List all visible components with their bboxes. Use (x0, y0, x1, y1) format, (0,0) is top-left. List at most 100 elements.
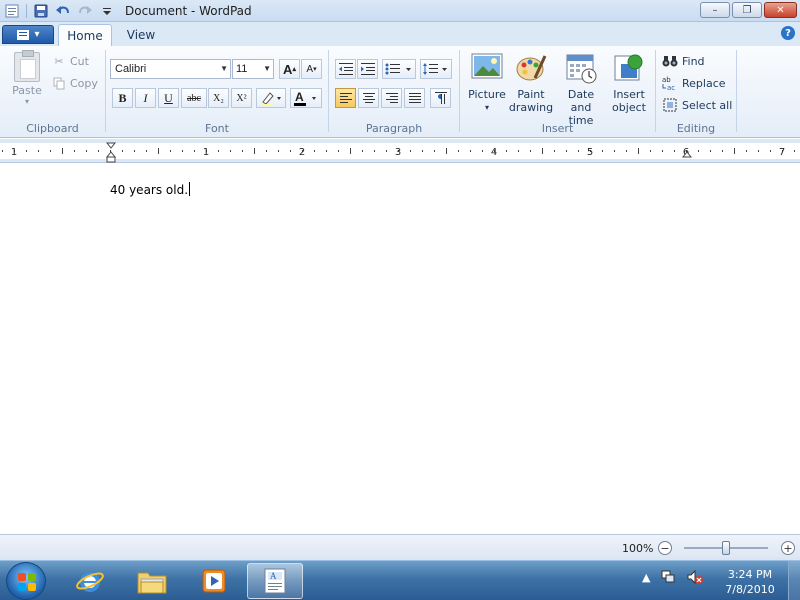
tab-view[interactable]: View (116, 24, 166, 46)
font-color-button[interactable]: A (290, 88, 322, 108)
ruler-tick (26, 150, 27, 152)
highlight-color-button[interactable] (256, 88, 286, 108)
ruler-number: 5 (587, 147, 593, 158)
application-menu-button[interactable]: ▾ (2, 25, 54, 44)
ruler-tick (434, 150, 435, 152)
undo-icon[interactable] (55, 3, 71, 19)
ribbon: Paste ▾ ✂ Cut Copy Clipboard Font Calibr… (0, 46, 800, 138)
ruler-tick (410, 150, 411, 152)
ruler-number: 7 (779, 147, 785, 158)
ruler-tick (674, 150, 675, 152)
menu-icon (17, 29, 30, 40)
show-desktop-button[interactable] (788, 561, 800, 600)
maximize-button[interactable]: ❐ (732, 2, 762, 18)
close-button[interactable]: ✕ (764, 2, 797, 18)
grow-font-button[interactable]: A ▴ (279, 59, 300, 79)
media-player-taskbar-button[interactable] (186, 563, 242, 599)
show-hidden-icons-icon[interactable]: ▲ (642, 571, 650, 584)
line-spacing-button[interactable] (420, 59, 452, 79)
bold-button[interactable]: B (112, 88, 133, 108)
ruler[interactable]: 11234567 (0, 139, 800, 163)
start-button[interactable] (6, 562, 46, 600)
system-clock[interactable]: 3:24 PM 7/8/2010 (718, 567, 782, 597)
media-player-icon (202, 569, 226, 593)
replace-button[interactable]: ab ac Replace (662, 74, 726, 92)
chevron-down-icon: ▼ (263, 64, 271, 73)
ruler-tick (746, 150, 747, 152)
document-area[interactable]: 40 years old. (0, 164, 800, 534)
paste-icon (14, 50, 40, 82)
italic-button[interactable]: I (135, 88, 156, 108)
qat-separator (26, 4, 27, 18)
wordpad-app-icon[interactable] (4, 3, 20, 19)
copy-button[interactable]: Copy (52, 74, 98, 92)
ruler-tick (386, 150, 387, 152)
text-caret (189, 182, 191, 196)
find-button[interactable]: Find (662, 52, 705, 70)
ruler-tick (722, 150, 723, 152)
internet-explorer-icon (76, 572, 104, 592)
windows-explorer-taskbar-button[interactable] (124, 563, 180, 599)
zoom-in-button[interactable]: + (781, 541, 795, 555)
internet-explorer-taskbar-button[interactable] (62, 563, 118, 599)
justify-button[interactable] (404, 88, 425, 108)
zoom-slider-thumb[interactable] (722, 541, 730, 555)
ruler-tick (170, 150, 171, 152)
font-family-select[interactable]: Calibri ▼ (110, 59, 231, 79)
tab-home[interactable]: Home (58, 24, 112, 46)
picture-button[interactable]: Picture ▾ (464, 50, 510, 116)
align-right-button[interactable] (381, 88, 402, 108)
align-center-button[interactable] (358, 88, 379, 108)
picture-label: Picture (468, 88, 506, 101)
bullet-list-button[interactable] (382, 59, 416, 79)
help-icon[interactable]: ? (781, 26, 795, 40)
save-icon[interactable] (33, 3, 49, 19)
strikethrough-button[interactable]: abc (181, 88, 207, 108)
chevron-down-icon: ▾ (484, 103, 489, 112)
ruler-tick (230, 150, 231, 152)
minimize-button[interactable]: – (700, 2, 730, 18)
ruler-tick (758, 150, 759, 152)
ruler-tick (554, 150, 555, 152)
zoom-out-button[interactable]: − (658, 541, 672, 555)
network-icon[interactable] (660, 569, 676, 585)
redo-icon[interactable] (77, 3, 93, 19)
document-text[interactable]: 40 years old. (110, 182, 191, 197)
align-left-button[interactable] (335, 88, 356, 108)
paint-drawing-button[interactable]: Paint drawing (508, 50, 554, 116)
shrink-font-button[interactable]: A ▾ (301, 59, 322, 79)
increase-indent-button[interactable] (357, 59, 378, 79)
taskbar: A ▲ 3:24 PM 7/8/2010 (0, 560, 800, 600)
paste-button[interactable]: Paste ▾ (8, 50, 46, 110)
superscript-button[interactable]: X² (231, 88, 252, 108)
date-time-button[interactable]: Date and time (557, 50, 605, 127)
wordpad-taskbar-button[interactable]: A (247, 563, 303, 599)
zoom-level[interactable]: 100% (622, 542, 653, 555)
zoom-slider[interactable] (684, 541, 768, 555)
font-size-select[interactable]: 11 ▼ (232, 59, 274, 79)
svg-text:A: A (270, 571, 277, 581)
paragraph-settings-button[interactable] (430, 88, 451, 108)
paragraph-icon (434, 92, 447, 104)
underline-button[interactable]: U (158, 88, 179, 108)
decrease-indent-button[interactable] (335, 59, 356, 79)
picture-icon (471, 52, 503, 84)
align-left-icon (339, 93, 352, 103)
find-label: Find (682, 54, 705, 68)
ruler-tick (338, 150, 339, 152)
subscript-button[interactable]: X₂ (208, 88, 229, 108)
ruler-tick (530, 150, 531, 152)
insert-object-label-line2: object (612, 101, 646, 114)
left-indent-marker[interactable] (106, 156, 116, 163)
customize-qat-icon[interactable] (99, 3, 115, 19)
insert-object-button[interactable]: Insert object (606, 50, 652, 116)
select-all-button[interactable]: Select all (662, 96, 732, 114)
ruler-tick (326, 150, 327, 152)
chevron-down-icon: ▾ (34, 29, 40, 40)
volume-muted-icon[interactable] (686, 569, 704, 585)
title-bar: Document - WordPad – ❐ ✕ (0, 0, 800, 22)
ruler-tick (278, 150, 279, 152)
ruler-tick (578, 150, 579, 152)
cut-button[interactable]: ✂ Cut (52, 52, 89, 70)
ruler-number: 2 (299, 147, 305, 158)
